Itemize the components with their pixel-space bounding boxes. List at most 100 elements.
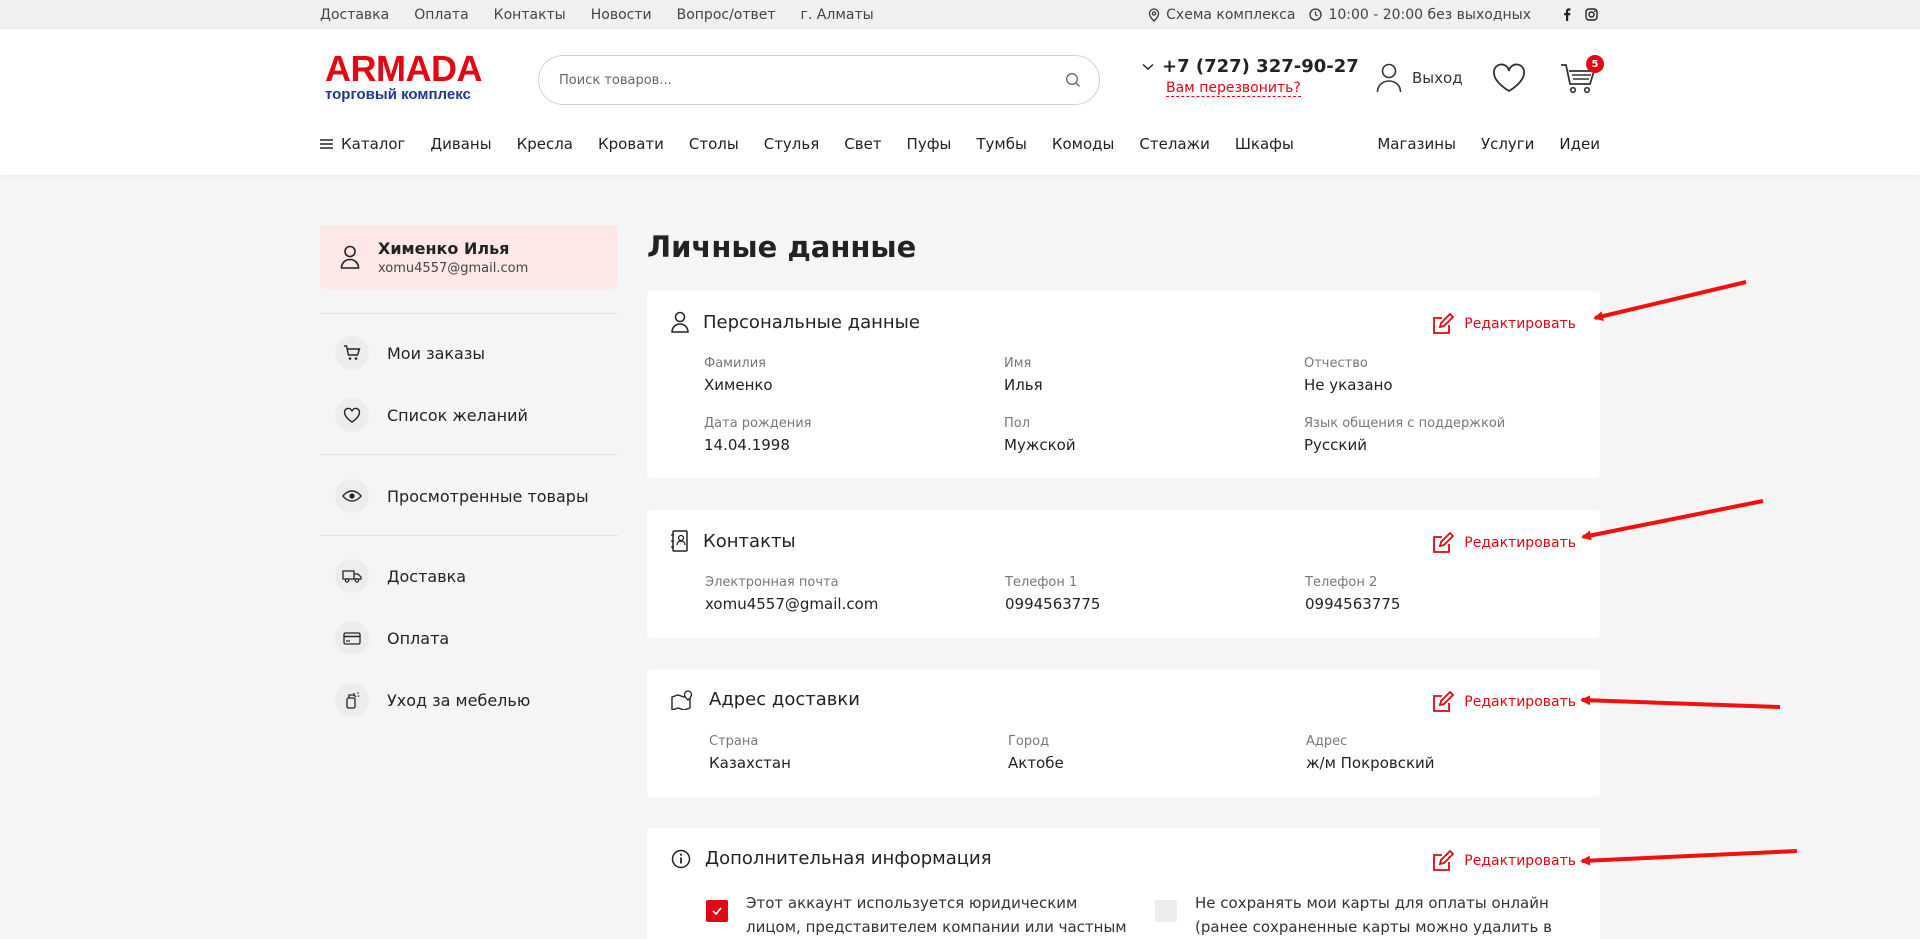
logo-subtitle: торговый комплекс [325,86,471,103]
edit-label: Редактировать [1464,694,1576,710]
field-label: Отчество [1304,356,1368,371]
eye-icon [335,479,369,513]
no-save-cards-checkbox[interactable] [1155,900,1177,922]
user-email: xomu4557@gmail.com [378,260,529,276]
edit-contacts-button[interactable]: Редактировать [1432,532,1576,554]
nav-item-lighting[interactable]: Свет [844,135,881,153]
logo[interactable]: ARMADA торговый комплекс [325,48,490,103]
search-input[interactable] [559,72,1065,88]
sidebar-item-delivery[interactable]: Доставка [335,559,466,593]
field-value: 0994563775 [1005,595,1101,613]
logo-brand: ARMADA [325,48,482,89]
scheme-label: Схема комплекса [1166,6,1296,23]
field-email: Электронная почта xomu4557@gmail.com [705,575,878,613]
field-city: Город Актобе [1008,734,1064,772]
map-pin-icon [671,689,695,710]
legal-entity-checkbox[interactable] [706,900,728,922]
sidebar-item-viewed[interactable]: Просмотренные товары [335,479,589,513]
edit-personal-button[interactable]: Редактировать [1432,313,1576,335]
edit-additional-button[interactable]: Редактировать [1432,850,1576,872]
top-link-contacts[interactable]: Контакты [494,7,566,23]
sidebar-divider [320,313,618,314]
field-gender: Пол Мужской [1004,416,1076,454]
spray-bottle-icon [335,683,369,717]
sidebar-item-label: Оплата [387,628,450,648]
catalog-menu[interactable]: Каталог [320,135,405,153]
nav-item-stores[interactable]: Магазины [1377,135,1456,153]
nav-item-services[interactable]: Услуги [1481,135,1534,153]
nav-item-dressers[interactable]: Комоды [1052,135,1115,153]
nav-item-wardrobes[interactable]: Шкафы [1235,135,1294,153]
phone-number: +7 (727) 327-90-27 [1162,56,1359,77]
nav-item-chairs[interactable]: Стулья [764,135,820,153]
nav-item-armchairs[interactable]: Кресла [517,135,573,153]
city-selector[interactable]: г. Алматы [801,7,874,23]
catalog-label: Каталог [341,135,406,153]
field-value: Актобе [1008,754,1064,772]
nav-item-shelves[interactable]: Стелажи [1139,135,1209,153]
cart-count-badge: 5 [1586,55,1604,73]
menu-icon [320,139,333,149]
top-link-news[interactable]: Новости [591,7,652,23]
nav-item-beds[interactable]: Кровати [598,135,664,153]
no-save-cards-label: Не сохранять мои карты для оплаты онлайн… [1195,894,1552,936]
field-label: Телефон 1 [1005,575,1078,590]
address-title: Адрес доставки [709,689,860,710]
nav-item-ideas[interactable]: Идеи [1559,135,1600,153]
nav-item-sofas[interactable]: Диваны [430,135,491,153]
personal-data-title: Персональные данные [703,311,920,333]
nav-item-poufs[interactable]: Пуфы [907,135,952,153]
working-hours: 10:00 - 20:00 без выходных [1309,7,1531,23]
contacts-card: Контакты Редактировать Электронная почта… [647,510,1600,638]
legal-entity-label: Этот аккаунт используется юридическим ли… [746,894,1127,936]
field-patronymic: Отчество Не указано [1304,356,1393,394]
field-value: ж/м Покровский [1306,754,1435,772]
nav-item-nightstands[interactable]: Тумбы [976,135,1026,153]
main-nav: Каталог Диваны Кресла Кровати Столы Стул… [320,133,1600,155]
field-label: Телефон 2 [1305,575,1378,590]
top-right: Схема комплекса 10:00 - 20:00 без выходн… [1148,0,1598,29]
field-label: Пол [1004,416,1031,431]
field-label: Язык общения с поддержкой [1304,416,1506,431]
phone-row[interactable]: +7 (727) 327-90-27 [1142,56,1359,77]
top-link-delivery[interactable]: Доставка [320,7,389,23]
sidebar-item-furniture-care[interactable]: Уход за мебелью [335,683,530,717]
edit-label: Редактировать [1464,535,1576,551]
sidebar-item-label: Список желаний [387,405,528,425]
callback-link[interactable]: Вам перезвонить? [1166,80,1301,97]
scheme-link[interactable]: Схема комплекса [1148,7,1295,23]
annotation-arrow-2 [1581,499,1764,541]
wishlist-button[interactable] [1492,63,1526,97]
account-button[interactable]: Выход [1376,63,1463,93]
edit-icon [1432,313,1455,335]
user-icon [1376,63,1402,93]
heart-icon [335,398,369,432]
nav-item-tables[interactable]: Столы [689,135,739,153]
instagram-icon[interactable] [1585,8,1598,21]
top-bar: Доставка Оплата Контакты Новости Вопрос/… [0,0,1920,29]
cart-button[interactable]: 5 [1560,55,1604,99]
profile-card[interactable]: Хименко Илья xomu4557@gmail.com [320,225,618,289]
facebook-icon[interactable] [1563,8,1571,21]
truck-icon [335,559,369,593]
edit-label: Редактировать [1464,316,1576,332]
top-link-faq[interactable]: Вопрос/ответ [677,7,776,23]
sidebar-divider [320,535,618,536]
personal-data-card: Персональные данные Редактировать Фамили… [647,291,1600,478]
sidebar-item-wishlist[interactable]: Список желаний [335,398,528,432]
field-label: Город [1008,734,1050,749]
edit-address-button[interactable]: Редактировать [1432,691,1576,713]
field-value: xomu4557@gmail.com [705,595,879,613]
annotation-arrow-1 [1593,280,1747,322]
edit-icon [1432,691,1455,713]
search-icon[interactable] [1065,72,1081,88]
contact-book-icon [671,530,689,552]
field-value: Не указано [1304,376,1393,394]
sidebar-divider [320,454,618,455]
field-address: Адрес ж/м Покровский [1306,734,1435,772]
check-icon [712,907,722,915]
sidebar-item-orders[interactable]: Мои заказы [335,336,485,370]
field-support-language: Язык общения с поддержкой Русский [1304,416,1505,454]
sidebar-item-payment[interactable]: Оплата [335,621,449,655]
top-link-payment[interactable]: Оплата [414,7,468,23]
